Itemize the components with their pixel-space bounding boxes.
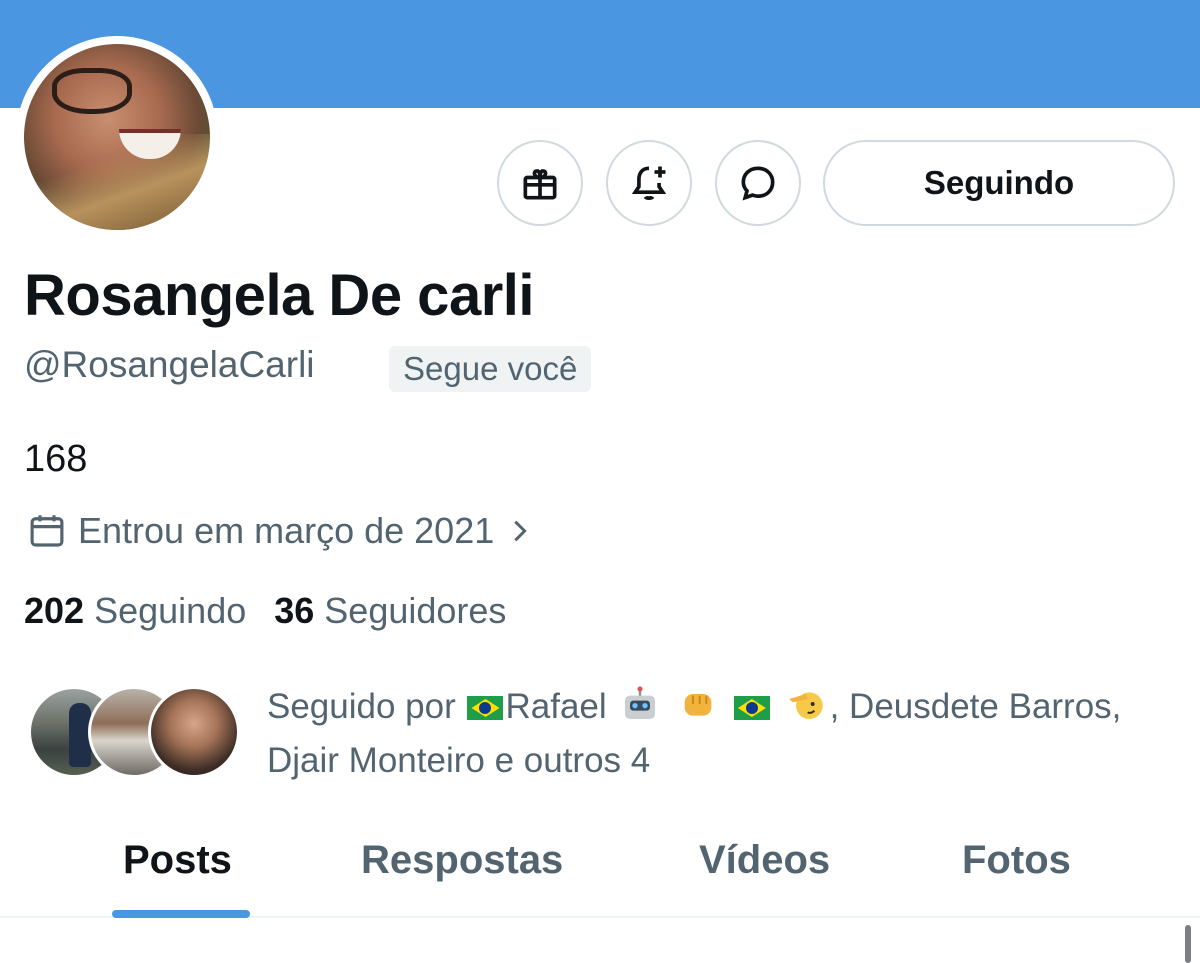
tab-respostas[interactable]: Respostas [361, 838, 563, 883]
followed-by-row[interactable]: Seguido por Rafael , Deusdete Barros, Dj… [28, 680, 1188, 790]
chevron-right-icon [514, 520, 527, 542]
joined-date-row[interactable]: Entrou em março de 2021 [26, 510, 544, 552]
notify-button[interactable] [606, 140, 692, 226]
calendar-icon [30, 515, 64, 547]
profile-handle: @RosangelaCarli [24, 344, 315, 385]
brazil-flag-icon [467, 696, 504, 720]
active-tab-indicator [112, 910, 250, 918]
robot-face-icon [625, 686, 656, 719]
profile-avatar[interactable] [16, 36, 218, 238]
message-bubble-icon [741, 166, 775, 201]
tab-posts[interactable]: Posts [123, 838, 232, 883]
following-button[interactable]: Seguindo [823, 140, 1175, 226]
bell-plus-icon [631, 166, 667, 200]
fist-icon [684, 694, 712, 716]
follow-stats: 202 Seguindo 36 Seguidores [24, 590, 506, 632]
scrollbar[interactable] [1185, 925, 1191, 963]
follows-you-badge: Segue você [389, 346, 592, 392]
tab-fotos[interactable]: Fotos [962, 838, 1071, 883]
gift-button[interactable] [497, 140, 583, 226]
tab-videos[interactable]: Vídeos [699, 838, 830, 883]
follower-avatar [148, 686, 240, 778]
joined-date-text: Entrou em março de 2021 [78, 510, 495, 551]
followers-stat[interactable]: 36 Seguidores [274, 590, 506, 632]
profile-tabs: Posts Respostas Vídeos Fotos [0, 810, 1200, 918]
avatar-image [24, 44, 210, 230]
message-button[interactable] [715, 140, 801, 226]
gift-icon [523, 169, 557, 200]
saluting-face-icon [788, 692, 823, 719]
profile-name: Rosangela De carli [24, 263, 535, 328]
followed-by-text: Seguido por Rafael , Deusdete Barros, Dj… [267, 680, 1187, 788]
brazil-flag-icon [733, 696, 770, 720]
following-stat[interactable]: 202 Seguindo [24, 590, 246, 632]
profile-bio: 168 [24, 438, 88, 480]
